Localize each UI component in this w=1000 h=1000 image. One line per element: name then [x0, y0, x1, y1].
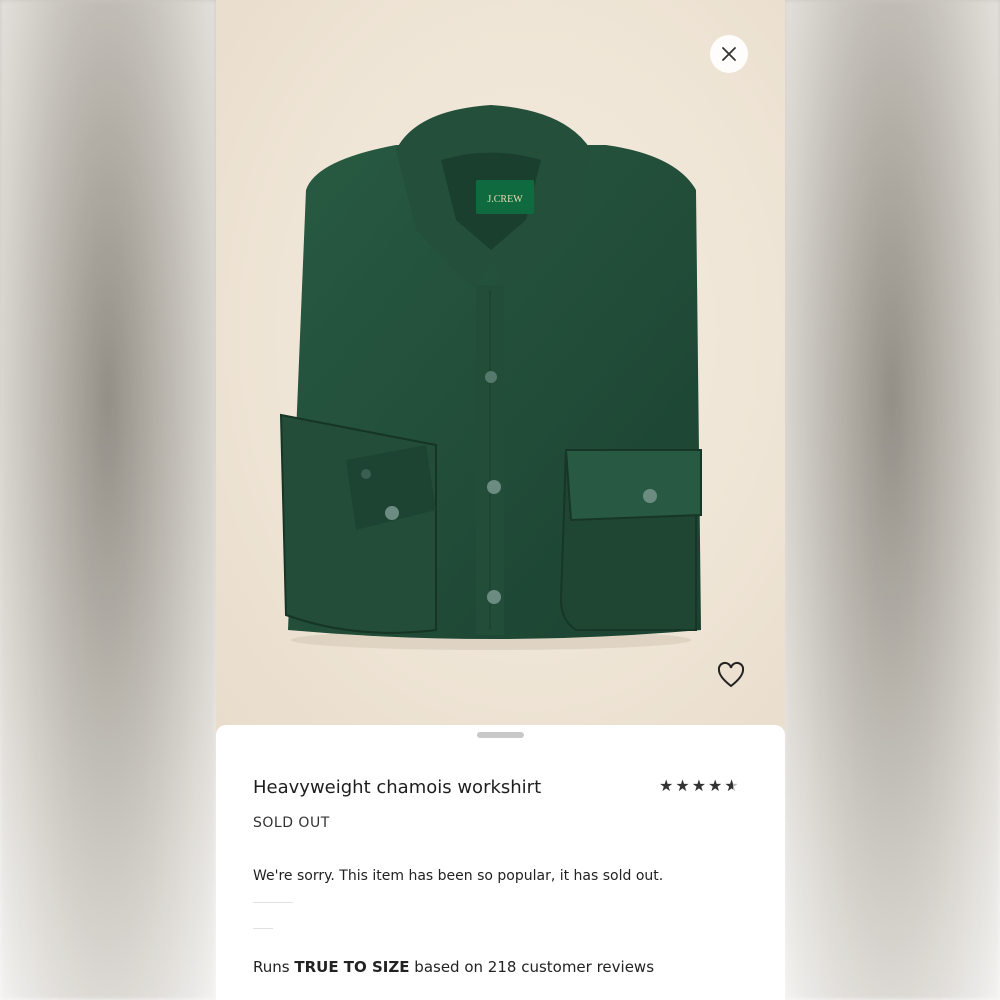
sold-out-message: We're sorry. This item has been so popul… [253, 868, 664, 884]
product-title: Heavyweight chamois workshirt [253, 777, 542, 798]
half-star-icon: ★ [724, 776, 740, 795]
fit-prefix: Runs [253, 958, 290, 976]
product-image: J.CREW [216, 0, 785, 740]
stock-status: SOLD OUT [253, 815, 330, 831]
star-icon: ★ [659, 776, 676, 795]
brand-label: J.CREW [487, 194, 523, 205]
star-icon: ★ [691, 776, 709, 795]
fit-emphasis: TRUE TO SIZE [294, 958, 410, 976]
product-quickview: J.CREW Heavyweight chamois workshirt ★★★… [216, 0, 785, 1000]
blurred-background-right [784, 0, 1000, 1000]
star-icon: ★ [675, 776, 692, 795]
blurred-background-left [0, 0, 216, 1000]
fit-info: Runs TRUE TO SIZE based on 218 customer … [253, 958, 654, 976]
divider [253, 928, 273, 929]
rating-stars[interactable]: ★★★★★ [659, 776, 741, 795]
heart-icon [717, 661, 745, 688]
close-button[interactable] [710, 35, 748, 73]
favorite-button[interactable] [716, 660, 746, 690]
close-icon [722, 47, 736, 61]
star-icon: ★ [708, 776, 725, 795]
shirt-illustration: J.CREW [279, 105, 702, 650]
drag-handle[interactable] [477, 732, 524, 738]
product-details-sheet: Heavyweight chamois workshirt ★★★★★ SOLD… [216, 725, 785, 1000]
fit-suffix: based on 218 customer reviews [414, 958, 655, 976]
divider [253, 902, 293, 903]
